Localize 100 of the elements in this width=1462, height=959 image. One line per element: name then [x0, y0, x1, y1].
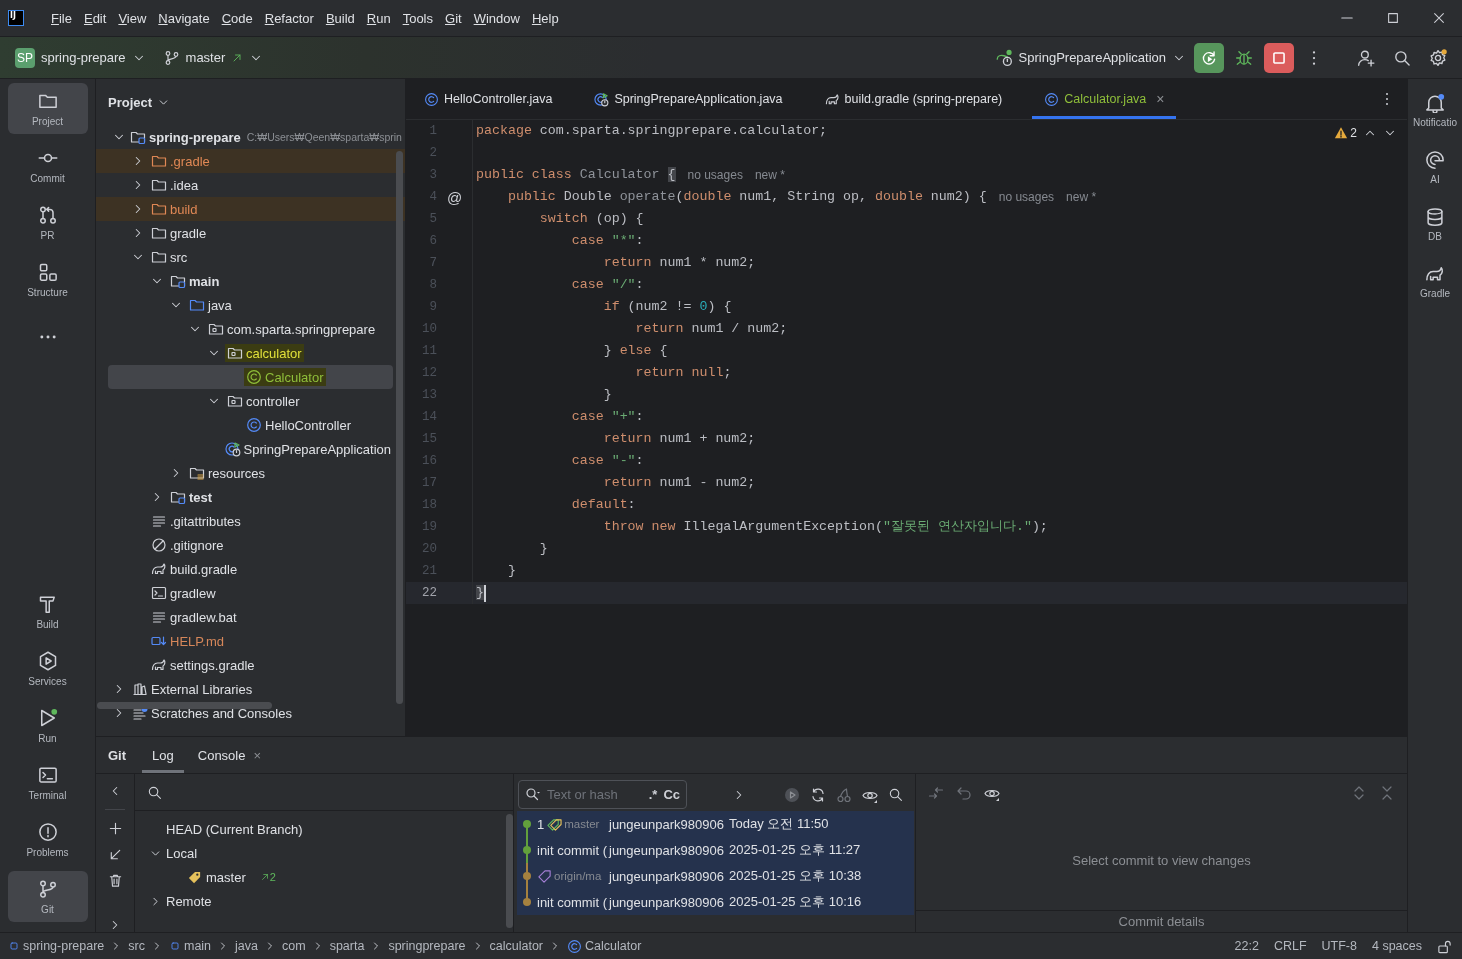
tool-window-button[interactable]: Services [7, 643, 88, 694]
scrollbar[interactable] [506, 814, 513, 928]
branch-group[interactable]: Remote [166, 893, 212, 909]
breadcrumb[interactable]: calculator [489, 939, 543, 953]
cherry-icon[interactable] [836, 786, 852, 803]
tool-window-button[interactable]: Notificatio [1409, 85, 1461, 136]
tree-item[interactable]: src [108, 245, 393, 269]
branch-group[interactable]: Local [166, 845, 198, 861]
tree-item[interactable]: build.gradle [108, 557, 393, 581]
breadcrumb[interactable]: main [168, 939, 212, 953]
refresh-icon[interactable] [810, 786, 826, 803]
tree-item[interactable]: SpringPrepareApplication [108, 437, 393, 461]
tree-item[interactable]: settings.gradle [108, 653, 393, 677]
inlay-hint[interactable]: no usages [998, 190, 1055, 204]
tool-window-button[interactable]: Gradle [1409, 256, 1461, 307]
commit-row[interactable]: init commit (jungeunpark980906 2025-01-25 오후 10:16 [517, 889, 914, 915]
tool-window-button[interactable]: Project [7, 83, 88, 134]
search-icon[interactable] [147, 784, 162, 800]
menu-item[interactable]: Run [361, 10, 396, 26]
tree-item[interactable]: HELP.md [108, 629, 393, 653]
settings-icon[interactable] [1429, 48, 1447, 67]
lock-icon[interactable] [1437, 938, 1452, 954]
tool-window-button[interactable]: Build [7, 586, 88, 637]
close-icon[interactable] [1432, 11, 1446, 25]
tree-item[interactable]: gradlew [108, 581, 393, 605]
breadcrumb[interactable]: src [128, 939, 145, 953]
tool-window-button[interactable]: Terminal [7, 757, 88, 808]
play-icon[interactable] [784, 786, 800, 803]
panel-tab[interactable]: Console × [187, 737, 272, 773]
regex-toggle[interactable]: .* [648, 787, 658, 802]
menu-item[interactable]: File [46, 10, 77, 26]
panel-tab[interactable]: Log [142, 737, 184, 773]
trash-icon[interactable] [107, 873, 123, 888]
tree-item[interactable]: Scratches and Consoles [108, 701, 393, 725]
tree-item[interactable]: controller [108, 389, 393, 413]
search-icon[interactable] [1393, 48, 1411, 67]
inlay-hint[interactable]: new * [754, 168, 785, 182]
editor-tab[interactable]: Calculator.java × [1032, 79, 1177, 119]
breadcrumb[interactable]: spring-prepare [8, 939, 105, 953]
branch-name[interactable]: master [185, 50, 226, 65]
tree-item[interactable]: .gitattributes [108, 509, 393, 533]
tree-item[interactable]: resources [108, 461, 393, 485]
breadcrumb[interactable]: com [282, 939, 306, 953]
branch-name[interactable]: master [206, 869, 246, 885]
commit-row[interactable]: origin/ma jungeunpark980906 2025-01-25 오후 10:38 [517, 863, 914, 889]
stop-button[interactable] [1264, 42, 1294, 73]
menu-item[interactable]: Refactor [259, 10, 319, 26]
tree-item[interactable]: Calculator [108, 365, 393, 389]
commit-row[interactable]: init commit (jungeunpark980906 2025-01-25 오후 11:27 [517, 837, 914, 863]
match-case-toggle[interactable]: Cc [663, 787, 680, 802]
status-item[interactable]: UTF-8 [1321, 939, 1357, 953]
panel-title[interactable]: Project [108, 94, 153, 110]
project-name[interactable]: spring-prepare [41, 50, 126, 65]
status-item[interactable]: 22:2 [1234, 939, 1259, 953]
tool-window-button[interactable]: Git [7, 871, 88, 922]
tree-item[interactable]: test [108, 485, 393, 509]
menu-item[interactable]: Build [320, 10, 360, 26]
commit-row[interactable]: 1 master jungeunpark980906 Today 오전 11:50 [517, 811, 914, 837]
editor-tab[interactable]: build.gradle (spring-prepare) [812, 79, 1015, 119]
maximize-icon[interactable] [1386, 11, 1400, 25]
breadcrumb[interactable]: java [235, 939, 258, 953]
tool-window-button[interactable]: DB [1409, 199, 1461, 250]
tree-item[interactable]: com.sparta.springprepare [108, 317, 393, 341]
tree-item[interactable]: main [108, 269, 393, 293]
menu-item[interactable]: Tools [397, 10, 438, 26]
tree-item[interactable]: .idea [108, 173, 393, 197]
breadcrumb[interactable]: springprepare [388, 939, 466, 953]
add-user-icon[interactable] [1357, 48, 1375, 67]
breadcrumb[interactable]: Calculator [567, 938, 642, 954]
editor-tab[interactable]: SpringPrepareApplication.java [582, 79, 795, 119]
branch-group[interactable]: HEAD (Current Branch) [166, 821, 303, 837]
menu-item[interactable]: Navigate [153, 10, 215, 26]
rerun-button[interactable] [1194, 42, 1224, 73]
inlay-hint[interactable]: new * [1066, 190, 1097, 204]
tree-item[interactable]: gradle [108, 221, 393, 245]
plus-icon[interactable] [107, 821, 123, 836]
tool-window-button[interactable]: Structure [7, 254, 88, 305]
tree-item[interactable]: java [108, 293, 393, 317]
breadcrumb[interactable]: sparta [329, 939, 365, 953]
status-item[interactable]: CRLF [1273, 939, 1307, 953]
tool-window-button[interactable]: Run [7, 700, 88, 751]
run-configuration[interactable]: SpringPrepareApplication [1018, 50, 1166, 65]
tree-item[interactable]: calculator [108, 341, 393, 365]
debug-icon[interactable] [1235, 48, 1253, 67]
tool-window-button[interactable]: Commit [7, 140, 88, 191]
status-item[interactable]: 4 spaces [1371, 939, 1422, 953]
scrollbar[interactable] [97, 702, 272, 709]
inlay-hint[interactable]: no usages [687, 168, 743, 182]
tree-item[interactable]: spring-prepare C:₩Users₩Qeen₩sparta₩sprin [108, 125, 405, 149]
tree-item[interactable]: .gitignore [108, 533, 393, 557]
gutter-mark[interactable]: @ [446, 188, 463, 206]
search-field[interactable]: Text or hash .* Cc [518, 780, 687, 809]
editor-tab[interactable]: HelloController.java [412, 79, 565, 119]
menu-item[interactable]: Help [526, 10, 564, 26]
tool-window-button[interactable]: AI [1409, 142, 1461, 193]
scrollbar[interactable] [396, 151, 403, 704]
menu-item[interactable]: View [113, 10, 152, 26]
menu-item[interactable]: Git [440, 10, 467, 26]
arrows-icon[interactable] [928, 784, 944, 801]
tree-item[interactable]: HelloController [108, 413, 393, 437]
